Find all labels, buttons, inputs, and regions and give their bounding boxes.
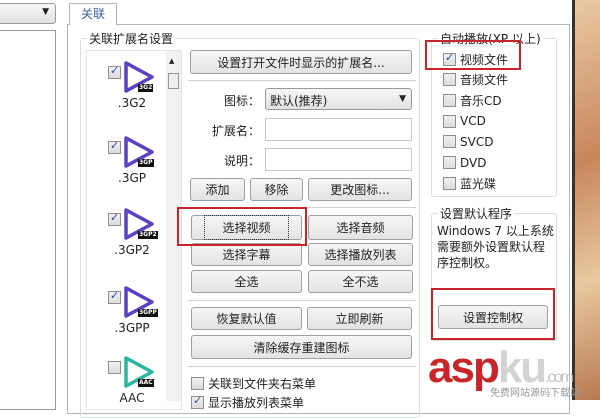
refresh-now-button[interactable]: 立即刷新 xyxy=(307,307,412,330)
checkbox[interactable] xyxy=(108,361,121,374)
extension-item[interactable]: 3GP2 .3GP2 xyxy=(86,207,166,267)
tab-label: 关联 xyxy=(80,7,105,21)
extension-item[interactable]: AAC AAC xyxy=(86,355,166,415)
autoplay-item[interactable]: 音乐CD xyxy=(443,92,502,108)
extension-item[interactable]: 3GPP .3GPP xyxy=(86,285,166,345)
extension-item[interactable]: 3GP .3GP xyxy=(86,135,166,195)
select-all-button[interactable]: 全选 xyxy=(191,270,302,293)
checkbox[interactable] xyxy=(108,211,121,226)
extension-name: AAC xyxy=(119,391,145,405)
remove-button[interactable]: 移除 xyxy=(250,178,303,201)
icon-select[interactable]: 默认(推荐) ▼ xyxy=(265,88,412,110)
ext-input[interactable] xyxy=(265,118,412,141)
folder-menu-checkbox[interactable]: 关联到文件夹右菜单 xyxy=(191,375,316,392)
checkbox[interactable] xyxy=(443,135,456,149)
autoplay-item[interactable]: 蓝光碟 xyxy=(443,175,496,191)
tab-association[interactable]: 关联 xyxy=(69,3,117,25)
playlist-menu-checkbox[interactable]: 显示播放列表菜单 xyxy=(191,394,304,411)
checkbox[interactable] xyxy=(191,377,204,390)
select-subtitle-button[interactable]: 选择字幕 xyxy=(191,243,302,266)
select-audio-button[interactable]: 选择音频 xyxy=(308,215,413,240)
checkbox[interactable] xyxy=(443,156,456,169)
left-dropdown[interactable]: ▼ xyxy=(0,3,56,24)
checkbox[interactable] xyxy=(443,176,456,190)
background-photo xyxy=(572,0,600,400)
chevron-down-icon: ▼ xyxy=(399,94,406,104)
highlight-box xyxy=(177,207,307,246)
group-title: 关联扩展名设置 xyxy=(87,30,176,47)
desc-label: 说明： xyxy=(223,154,260,168)
autoplay-item[interactable]: DVD xyxy=(443,155,486,171)
icon-label: 图标： xyxy=(223,94,260,108)
checkbox[interactable] xyxy=(108,289,121,304)
autoplay-item[interactable]: VCD xyxy=(443,113,486,129)
highlight-box xyxy=(431,288,555,340)
extension-item[interactable]: 3G2 .3G2 xyxy=(86,60,166,120)
watermark-sub: 免费网站源码下载站! xyxy=(490,388,585,399)
badge: 3GP2 xyxy=(138,231,158,239)
select-none-button[interactable]: 全不选 xyxy=(308,270,413,293)
desc-input[interactable] xyxy=(265,148,412,171)
extension-name: .3G2 xyxy=(117,96,147,110)
checkbox[interactable] xyxy=(108,64,121,79)
add-button[interactable]: 添加 xyxy=(190,178,245,201)
clear-cache-button[interactable]: 清除缓存重建图标 xyxy=(191,335,412,359)
scroll-up-icon[interactable]: ▲ xyxy=(169,57,174,65)
ext-label: 扩展名： xyxy=(211,124,260,138)
group-title: 设置默认程序 xyxy=(438,205,515,222)
scroll-thumb[interactable] xyxy=(168,73,179,89)
checkbox[interactable] xyxy=(443,73,456,87)
badge: 3GPP xyxy=(138,309,158,317)
badge: 3G2 xyxy=(138,84,154,92)
extension-name: .3GP xyxy=(118,171,146,185)
select-playlist-button[interactable]: 选择播放列表 xyxy=(308,243,413,266)
checkbox[interactable] xyxy=(191,394,204,409)
default-program-text: Windows 7 以上系统需要额外设置默认程序控制权。 xyxy=(437,224,554,270)
set-extensions-button[interactable]: 设置打开文件时显示的扩展名... xyxy=(190,50,412,74)
restore-defaults-button[interactable]: 恢复默认值 xyxy=(191,307,302,330)
badge: 3GP xyxy=(138,159,154,167)
left-list[interactable] xyxy=(0,30,56,410)
extension-name: .3GPP xyxy=(114,321,150,335)
chevron-down-icon: ▼ xyxy=(42,7,49,17)
checkbox[interactable] xyxy=(108,139,121,154)
autoplay-item[interactable]: SVCD xyxy=(443,134,493,150)
highlight-box xyxy=(425,40,521,70)
checkbox[interactable] xyxy=(443,114,456,128)
extension-name: .3GP2 xyxy=(114,243,150,257)
badge: AAC xyxy=(138,379,154,387)
checkbox[interactable] xyxy=(443,93,456,107)
autoplay-item[interactable]: 音频文件 xyxy=(443,72,508,88)
change-icon-button[interactable]: 更改图标... xyxy=(308,178,412,201)
